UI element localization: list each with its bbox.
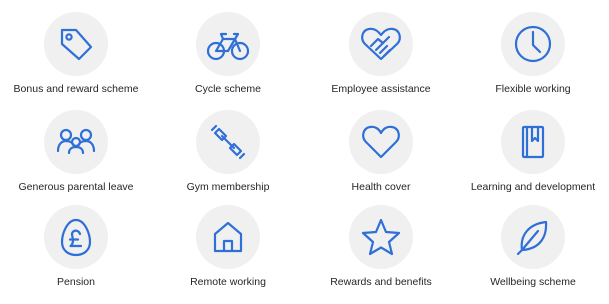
benefits-grid: Bonus and reward scheme Cycle scheme Emp… [0,0,609,304]
icon-circle [196,110,260,174]
benefit-cycle-scheme: Cycle scheme [152,12,304,108]
star-icon [361,218,401,256]
benefit-label: Health cover [351,181,411,193]
leaf-icon [516,220,548,256]
benefit-label: Generous parental leave [18,181,134,193]
heart-icon [362,125,400,159]
benefit-bonus-and-reward-scheme: Bonus and reward scheme [0,12,152,108]
pound-egg-icon [60,218,92,257]
benefit-label: Learning and development [470,181,596,193]
benefit-generous-parental-leave: Generous parental leave [0,110,152,206]
benefit-label: Remote working [190,276,266,288]
benefit-label: Bonus and reward scheme [13,83,139,95]
home-icon [213,221,243,253]
book-icon [521,125,545,159]
benefit-label: Flexible working [495,83,571,95]
dumbbell-icon [210,124,246,160]
benefit-gym-membership: Gym membership [152,110,304,206]
icon-circle [349,205,413,269]
icon-circle [501,205,565,269]
family-icon [56,128,96,155]
bicycle-icon [206,32,250,61]
benefit-health-cover: Health cover [305,110,457,206]
benefit-learning-and-development: Learning and development [457,110,609,206]
benefit-label: Employee assistance [331,83,431,95]
icon-circle [349,12,413,76]
benefit-label: Gym membership [186,181,270,193]
icon-circle [501,12,565,76]
icon-circle [196,12,260,76]
benefit-rewards-and-benefits: Rewards and benefits [305,205,457,301]
icon-circle [44,110,108,174]
benefit-label: Pension [57,276,95,288]
icon-circle [44,12,108,76]
benefit-employee-assistance: Employee assistance [305,12,457,108]
benefit-flexible-working: Flexible working [457,12,609,108]
benefit-wellbeing-scheme: Wellbeing scheme [457,205,609,301]
clock-icon [514,25,552,63]
icon-circle [349,110,413,174]
price-tag-icon [60,28,93,61]
handshake-heart-icon [361,27,401,61]
icon-circle [44,205,108,269]
benefit-remote-working: Remote working [152,205,304,301]
benefit-label: Wellbeing scheme [490,276,576,288]
benefit-pension: Pension [0,205,152,301]
benefit-label: Cycle scheme [195,83,261,95]
icon-circle [501,110,565,174]
icon-circle [196,205,260,269]
benefit-label: Rewards and benefits [330,276,432,288]
